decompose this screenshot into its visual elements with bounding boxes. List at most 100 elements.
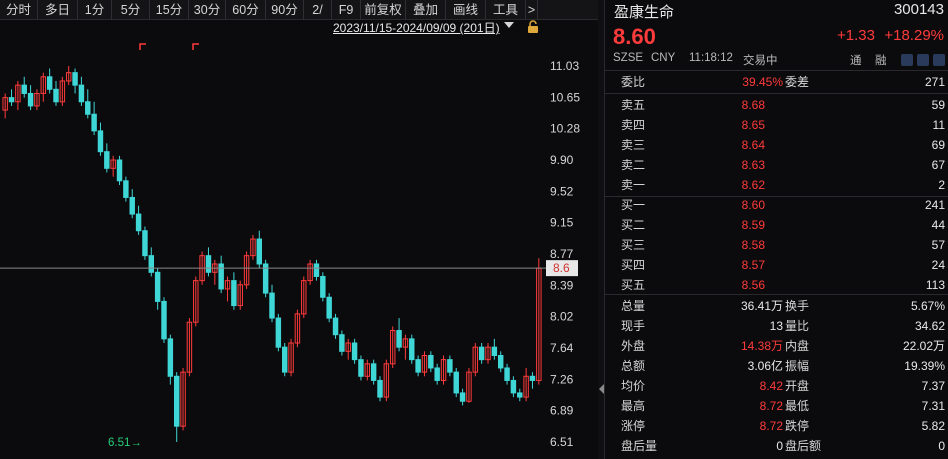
date-range-selector[interactable]: 2023/11/15-2024/09/09 (201日): [333, 20, 500, 36]
last-price: 8.60: [613, 24, 656, 49]
level-price: 8.62: [741, 178, 765, 192]
candle-body: [53, 88, 59, 103]
price-axis-label: 10.28: [550, 121, 580, 135]
current-price-tag-label: 8.6: [553, 261, 570, 275]
stats-row: 均价 8.42 开盘 7.37: [605, 376, 948, 396]
stat-value: 5.67%: [910, 299, 945, 313]
orderbook-row[interactable]: 卖四 8.65 11: [605, 115, 948, 135]
stat-value: 0: [776, 439, 783, 453]
toolbar-item-12[interactable]: 画线: [446, 0, 486, 20]
toolbar-item-1[interactable]: 多日: [38, 0, 78, 20]
toolbar-item-4[interactable]: 15分: [150, 0, 189, 20]
stat-label: 外盘: [621, 339, 646, 353]
stat-value: 13: [769, 319, 783, 333]
signal-marker: [139, 43, 146, 50]
orderbook-row[interactable]: 买五 8.56 113: [605, 275, 948, 295]
price-change-percent: +18.29%: [884, 27, 944, 44]
candlestick-chart[interactable]: 11.03 10.65 10.28 9.90 9.52 9.15 8.77 8.39 8.02 7…: [0, 36, 598, 459]
stat-label: 总额: [621, 359, 646, 373]
orderbook-row[interactable]: 买二 8.59 44: [605, 215, 948, 235]
level-price: 8.68: [741, 98, 765, 112]
candle-body: [529, 375, 536, 381]
orderbook-row[interactable]: 买三 8.58 57: [605, 235, 948, 255]
candle-body: [339, 334, 345, 352]
toolbar-item-11[interactable]: 叠加: [406, 0, 446, 20]
stats-row: 盘后量 0 盘后额 0: [605, 436, 948, 456]
level-price: 8.59: [741, 218, 765, 232]
edit-icon[interactable]: [901, 54, 913, 66]
toolbar-item-7[interactable]: 90分: [266, 0, 304, 20]
candle-body: [173, 375, 180, 427]
stat-value: 8.42: [759, 379, 783, 393]
stat-label: 跌停: [785, 419, 810, 433]
toolbar-item-2[interactable]: 1分: [78, 0, 112, 20]
level-label: 买四: [621, 258, 646, 272]
stat-label: 总量: [621, 299, 646, 313]
signal-marker: [192, 43, 199, 50]
stats-row: 总额 3.06亿 振幅 19.39%: [605, 356, 948, 376]
pen-icon[interactable]: [917, 54, 929, 66]
level-price: 8.60: [741, 198, 765, 212]
add-icon[interactable]: [933, 54, 945, 66]
chevron-down-icon[interactable]: [504, 22, 514, 28]
tong-badge[interactable]: 通: [850, 52, 862, 68]
toolbar-item-9[interactable]: F9: [332, 0, 361, 20]
level-label: 买五: [621, 278, 646, 292]
stat-value: 14.38万: [740, 339, 783, 353]
price-axis-label: 8.77: [550, 247, 574, 261]
candle-body: [46, 76, 53, 90]
stat-label: 盘后量: [621, 439, 658, 453]
divider: [605, 70, 948, 71]
level-volume: 57: [931, 238, 945, 252]
trading-status: 交易中: [743, 55, 778, 67]
toolbar-item-10[interactable]: 前复权: [361, 0, 406, 20]
weibi-row: 委比 39.45% 委差 271: [605, 72, 948, 92]
candle-body: [104, 151, 110, 169]
candle-body: [123, 180, 129, 198]
price-change: +1.33: [837, 27, 875, 44]
toolbar-item-3[interactable]: 5分: [112, 0, 150, 20]
level-label: 卖二: [621, 158, 646, 172]
toolbar-item-14[interactable]: >: [526, 0, 538, 20]
stat-label: 内盘: [785, 339, 810, 353]
candle-body: [275, 317, 282, 348]
candle-body: [72, 72, 78, 86]
level-volume: 24: [931, 258, 945, 272]
level-price: 8.64: [741, 138, 765, 152]
orderbook-row[interactable]: 卖二 8.63 67: [605, 155, 948, 175]
level-volume: 69: [931, 138, 945, 152]
candle-body: [97, 130, 104, 153]
stat-value: 8.72: [759, 419, 783, 433]
stat-label: 均价: [621, 379, 646, 393]
orderbook-row[interactable]: 买四 8.57 24: [605, 255, 948, 275]
toolbar-item-6[interactable]: 60分: [226, 0, 266, 20]
orderbook-row[interactable]: 卖三 8.64 69: [605, 135, 948, 155]
candle-body: [231, 280, 237, 307]
candle-body: [91, 113, 97, 132]
toolbar-item-8[interactable]: 2/: [304, 0, 332, 20]
candle-body: [161, 300, 167, 340]
toolbar-item-5[interactable]: 30分: [189, 0, 226, 20]
candle-body: [85, 101, 91, 115]
price-axis-label: 6.51: [550, 435, 574, 449]
price-axis-label: 11.03: [550, 59, 579, 73]
candle-body: [415, 359, 421, 373]
toolbar-item-0[interactable]: 分时: [0, 0, 38, 20]
orderbook-row[interactable]: 卖一 8.62 2: [605, 175, 948, 195]
stat-label: 开盘: [785, 379, 810, 393]
candle-body: [351, 342, 358, 361]
candle-body: [78, 84, 85, 103]
stat-value: 3.06亿: [747, 359, 783, 373]
candle-body: [358, 359, 364, 377]
stat-label: 盘后额: [785, 439, 822, 453]
level-label: 买三: [621, 238, 646, 252]
time-label: 11:18:12: [689, 52, 733, 64]
lock-icon[interactable]: [527, 20, 539, 34]
candle-body: [409, 338, 415, 361]
candle-body: [167, 338, 174, 377]
rong-badge[interactable]: 融: [875, 52, 887, 68]
candle-body: [116, 159, 123, 182]
toolbar-item-13[interactable]: 工具: [486, 0, 526, 20]
orderbook-row[interactable]: 卖五 8.68 59: [605, 95, 948, 115]
orderbook-row[interactable]: 买一 8.60 241: [605, 195, 948, 215]
